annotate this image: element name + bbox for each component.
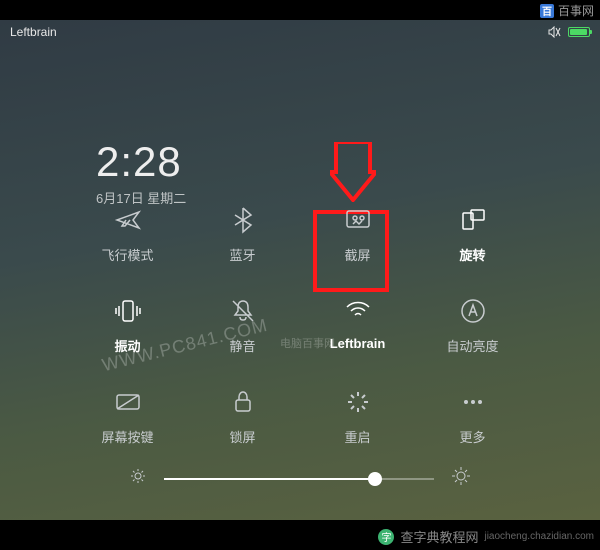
tile-label: Leftbrain [330,336,386,351]
tile-vibrate[interactable]: 振动 [70,296,185,355]
battery-icon [568,27,590,37]
source-watermark-label: 百事网 [558,2,594,19]
clock-block: 2:28 6月17日 星期二 [96,138,186,207]
tile-label: 锁屏 [229,427,255,446]
source-watermark-bottom: 字 查字典教程网 jiaocheng.chazidian.com [378,527,594,546]
tile-reboot[interactable]: 重启 [300,387,415,446]
tile-label: 屏幕按键 [101,427,153,446]
tile-rotation[interactable]: 旋转 [415,205,530,264]
softkeys-icon [113,387,143,417]
tile-auto-brightness[interactable]: 自动亮度 [415,296,530,355]
tile-label: 蓝牙 [229,245,255,264]
bluetooth-icon [228,205,258,235]
source-logo-icon: 百 [540,4,554,18]
status-bar: Leftbrain [0,20,600,44]
tile-lockscreen[interactable]: 锁屏 [185,387,300,446]
wifi-icon [343,296,373,326]
tile-mute[interactable]: 静音 [185,296,300,355]
tile-label: 振动 [114,336,140,355]
auto-brightness-icon [458,296,488,326]
tile-label: 更多 [459,427,485,446]
brightness-slider[interactable] [164,478,434,480]
tile-screenshot[interactable]: 截屏 [300,205,415,264]
lock-icon [228,387,258,417]
vibrate-icon [113,296,143,326]
annotation-arrow-icon [330,142,376,202]
tile-wifi[interactable]: Leftbrain [300,296,415,355]
brightness-thumb[interactable] [368,472,382,486]
rotation-icon [458,205,488,235]
tile-bluetooth[interactable]: 蓝牙 [185,205,300,264]
brightness-slider-row [130,467,470,490]
tile-label: 静音 [229,336,255,355]
tile-label: 自动亮度 [446,336,498,355]
quick-settings-grid: 飞行模式 蓝牙 截屏 旋转 振动 [70,205,530,446]
screenshot-frame: Leftbrain 2:28 6月17日 星期二 飞行模式 蓝牙 [0,20,600,520]
clock-time: 2:28 [96,138,186,186]
source-bottom-label: 查字典教程网 [400,527,478,546]
tile-softkeys[interactable]: 屏幕按键 [70,387,185,446]
brightness-low-icon [130,468,146,489]
tile-label: 旋转 [459,245,485,264]
more-icon [458,387,488,417]
silent-mode-icon [548,26,562,38]
tile-label: 重启 [344,427,370,446]
screenshot-icon [343,205,373,235]
source-bottom-url: jiaocheng.chazidian.com [484,531,594,542]
tile-airplane-mode[interactable]: 飞行模式 [70,205,185,264]
status-right [548,26,590,38]
tile-more[interactable]: 更多 [415,387,530,446]
airplane-icon [113,205,143,235]
source-bottom-logo-icon: 字 [378,529,394,545]
reboot-icon [343,387,373,417]
brightness-high-icon [452,467,470,490]
status-left-label: Leftbrain [10,25,57,39]
tile-label: 飞行模式 [101,245,153,264]
mute-icon [228,296,258,326]
brightness-fill [164,478,375,480]
source-watermark-top: 百 百事网 [540,2,594,19]
tile-label: 截屏 [344,245,370,264]
